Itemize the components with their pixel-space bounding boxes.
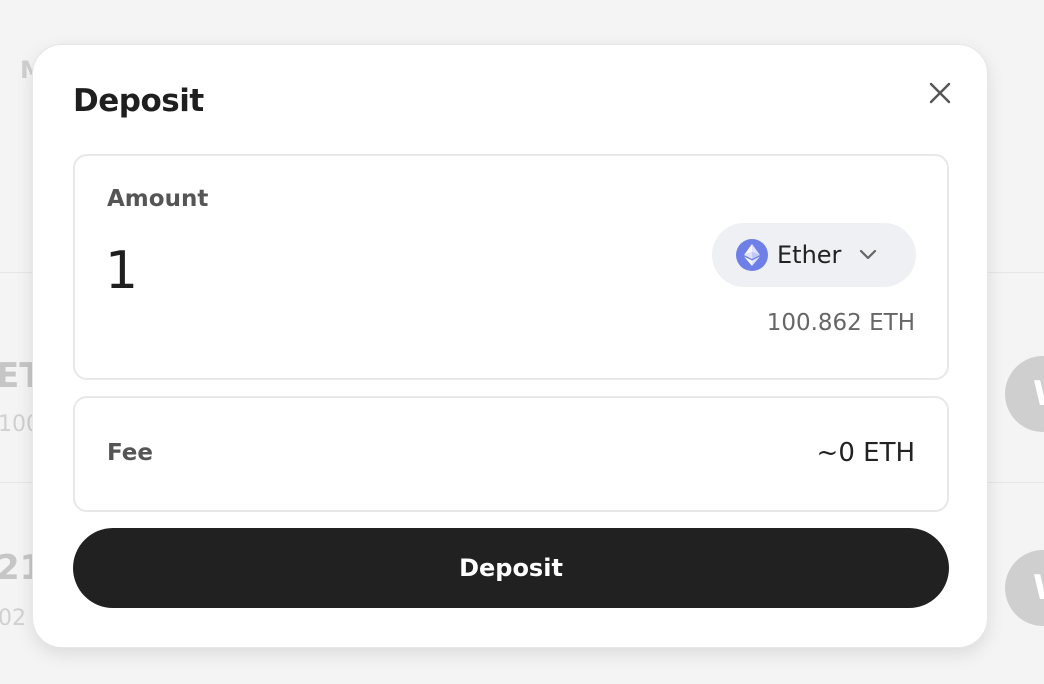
fee-label: Fee — [107, 440, 153, 466]
background-row-action: W — [1005, 550, 1044, 626]
fee-card: Fee ~0 ETH — [73, 396, 949, 512]
close-button[interactable] — [922, 75, 958, 111]
amount-card: Amount Ether 100.862 ETH — [73, 154, 949, 380]
deposit-button[interactable]: Deposit — [73, 528, 949, 608]
background-row-subtitle: 02 — [0, 606, 26, 631]
background-row-action: W — [1005, 356, 1044, 432]
balance-value: 100.862 ETH — [766, 310, 915, 336]
amount-label: Amount — [107, 186, 209, 212]
amount-input[interactable] — [105, 236, 645, 306]
fee-value: ~0 ETH — [816, 438, 915, 468]
modal-title: Deposit — [73, 83, 204, 119]
token-select[interactable]: Ether — [712, 223, 916, 287]
chevron-down-icon — [859, 249, 877, 261]
close-icon — [929, 82, 951, 104]
ethereum-icon — [736, 239, 768, 271]
deposit-modal: Deposit Amount Ether — [32, 44, 988, 648]
token-label: Ether — [777, 241, 842, 269]
